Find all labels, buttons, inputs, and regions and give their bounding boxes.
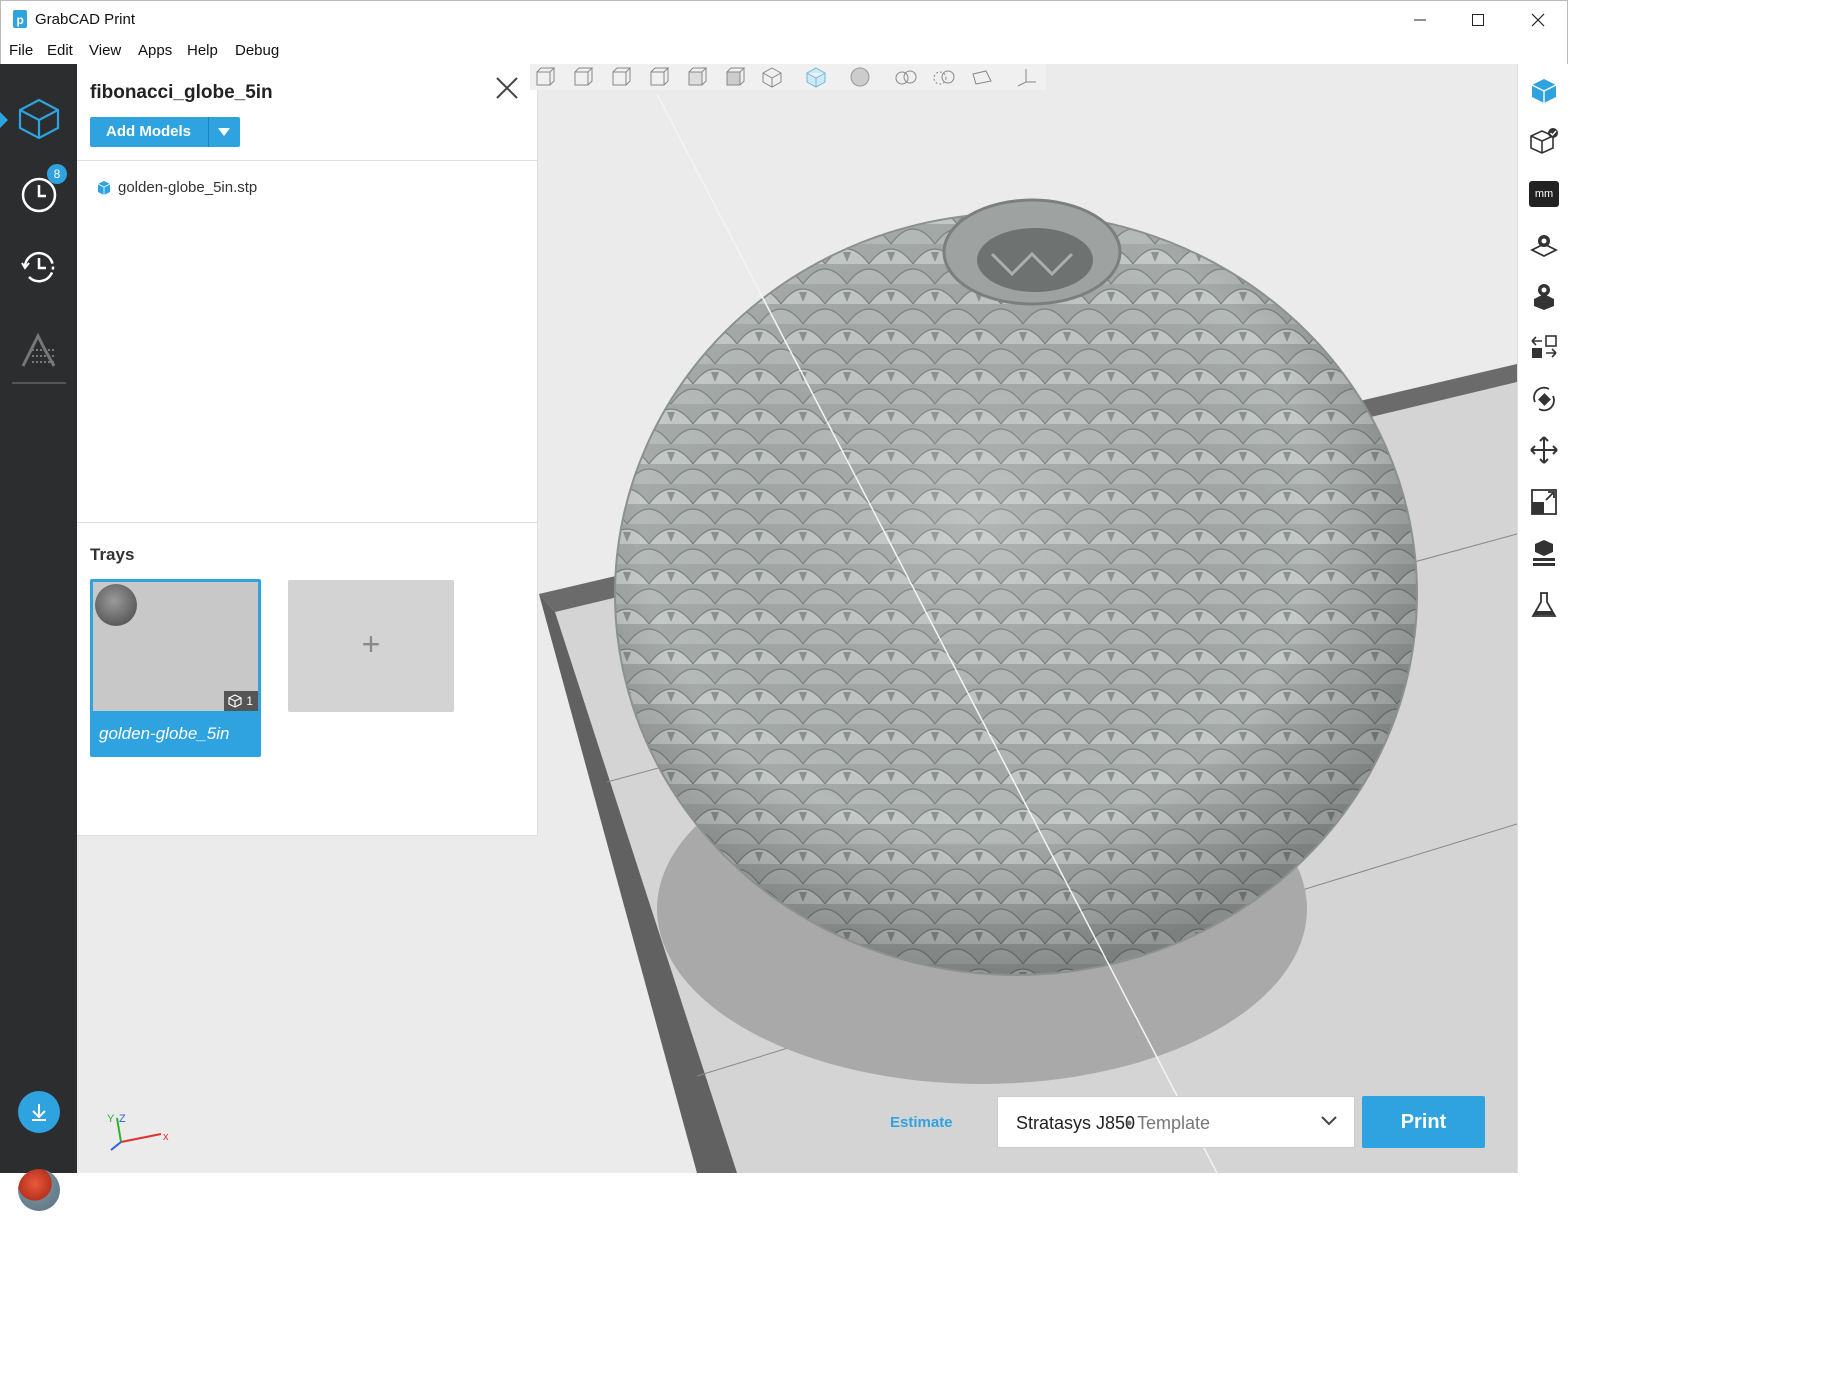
menu-edit[interactable]: Edit xyxy=(47,42,73,59)
support-icon[interactable] xyxy=(1529,538,1559,568)
axes-icon[interactable] xyxy=(1014,66,1038,88)
close-icon xyxy=(1531,13,1545,27)
maximize-icon xyxy=(1472,14,1484,26)
printer-name: Stratasys J850 xyxy=(1016,1113,1136,1133)
minimize-icon xyxy=(1414,19,1426,21)
right-toolbar: mm xyxy=(1517,64,1568,1173)
close-panel-icon[interactable] xyxy=(493,74,521,102)
history-icon xyxy=(20,251,54,283)
download-icon xyxy=(32,1104,46,1121)
add-models-divider xyxy=(208,117,209,147)
tray-name: golden-globe_5in xyxy=(99,724,230,743)
wireframe-icon[interactable] xyxy=(932,66,956,88)
queue-badge: 8 xyxy=(47,164,67,184)
nav-history[interactable] xyxy=(0,232,77,302)
printer-template: • Template xyxy=(1126,1113,1211,1133)
move-icon[interactable] xyxy=(1529,435,1559,465)
project-title: fibonacci_globe_5in xyxy=(90,82,273,103)
cube-icon xyxy=(18,98,59,140)
model-cube-icon xyxy=(97,181,111,195)
estimate-link[interactable]: Estimate xyxy=(890,1114,953,1131)
tray-model-thumbnail xyxy=(95,584,137,626)
view-back-icon[interactable] xyxy=(570,66,594,88)
print-button[interactable]: Print xyxy=(1362,1096,1485,1148)
shaded-icon[interactable] xyxy=(848,66,872,88)
window-title: GrabCAD Print xyxy=(35,11,136,28)
view-left-icon[interactable] xyxy=(608,66,632,88)
arrange-icon[interactable] xyxy=(1529,332,1559,362)
tray-thumbnail: 1 xyxy=(93,582,258,711)
printer-select[interactable]: Stratasys J850 • Template xyxy=(997,1096,1355,1148)
tray-model-count-value: 1 xyxy=(246,694,253,708)
project-panel: fibonacci_globe_5in Add Models golden-gl… xyxy=(77,64,538,836)
units-icon[interactable]: mm xyxy=(1529,181,1559,207)
material-icon[interactable] xyxy=(1529,590,1559,620)
user-avatar[interactable] xyxy=(18,1169,60,1211)
tray-card[interactable]: 1 golden-globe_5in xyxy=(90,579,261,757)
view-top-icon[interactable] xyxy=(684,66,708,88)
title-bar: p GrabCAD Print xyxy=(0,0,1568,38)
menu-apps[interactable]: Apps xyxy=(138,42,172,59)
view-bottom-icon[interactable] xyxy=(722,66,746,88)
svg-text:Y: Y xyxy=(107,1113,115,1125)
svg-text:x: x xyxy=(163,1131,169,1143)
menu-help[interactable]: Help xyxy=(187,42,218,59)
menu-view[interactable]: View xyxy=(89,42,121,59)
view-toolbar xyxy=(530,64,1046,90)
tray-settings-icon[interactable] xyxy=(1529,230,1559,260)
view-iso-active-icon[interactable] xyxy=(804,66,828,88)
close-window-button[interactable] xyxy=(1509,1,1567,39)
minimize-button[interactable] xyxy=(1391,1,1449,39)
model-settings-icon[interactable] xyxy=(1529,281,1559,311)
cube-count-icon xyxy=(228,694,242,708)
left-nav: 8 xyxy=(0,64,77,1211)
menu-file[interactable]: File xyxy=(9,42,33,59)
view-front-icon[interactable] xyxy=(532,66,556,88)
check-model-icon[interactable] xyxy=(1529,126,1559,156)
printer-status-icon xyxy=(21,332,55,367)
app-logo-icon: p xyxy=(13,10,27,28)
download-button[interactable] xyxy=(18,1091,60,1133)
model-name: golden-globe_5in.stp xyxy=(118,179,258,196)
trays-divider xyxy=(77,522,537,523)
chevron-down-icon[interactable] xyxy=(218,128,230,136)
view-iso-icon[interactable] xyxy=(760,66,784,88)
scale-icon[interactable] xyxy=(1529,487,1559,517)
model-display-icon[interactable] xyxy=(894,66,918,88)
maximize-button[interactable] xyxy=(1449,1,1507,39)
view-right-icon[interactable] xyxy=(646,66,670,88)
chevron-down-icon xyxy=(1321,1116,1337,1126)
menu-bar: File Edit View Apps Help Debug xyxy=(0,38,1568,64)
model-view-icon[interactable] xyxy=(1529,76,1559,106)
nav-printer[interactable] xyxy=(0,316,77,386)
svg-text:p: p xyxy=(17,13,24,27)
panel-divider xyxy=(77,160,537,161)
nav-project[interactable] xyxy=(0,84,77,154)
menu-debug[interactable]: Debug xyxy=(235,42,279,59)
rotate-icon[interactable] xyxy=(1529,384,1559,414)
trays-heading: Trays xyxy=(90,545,135,564)
add-tray-button[interactable]: + xyxy=(288,580,454,712)
tray-model-count: 1 xyxy=(224,691,258,711)
svg-text:Z: Z xyxy=(119,1113,126,1125)
axis-indicator-icon: x Y Z xyxy=(107,1113,169,1151)
section-icon[interactable] xyxy=(970,66,994,88)
add-models-label: Add Models xyxy=(106,123,191,140)
add-models-button[interactable]: Add Models xyxy=(90,117,240,147)
